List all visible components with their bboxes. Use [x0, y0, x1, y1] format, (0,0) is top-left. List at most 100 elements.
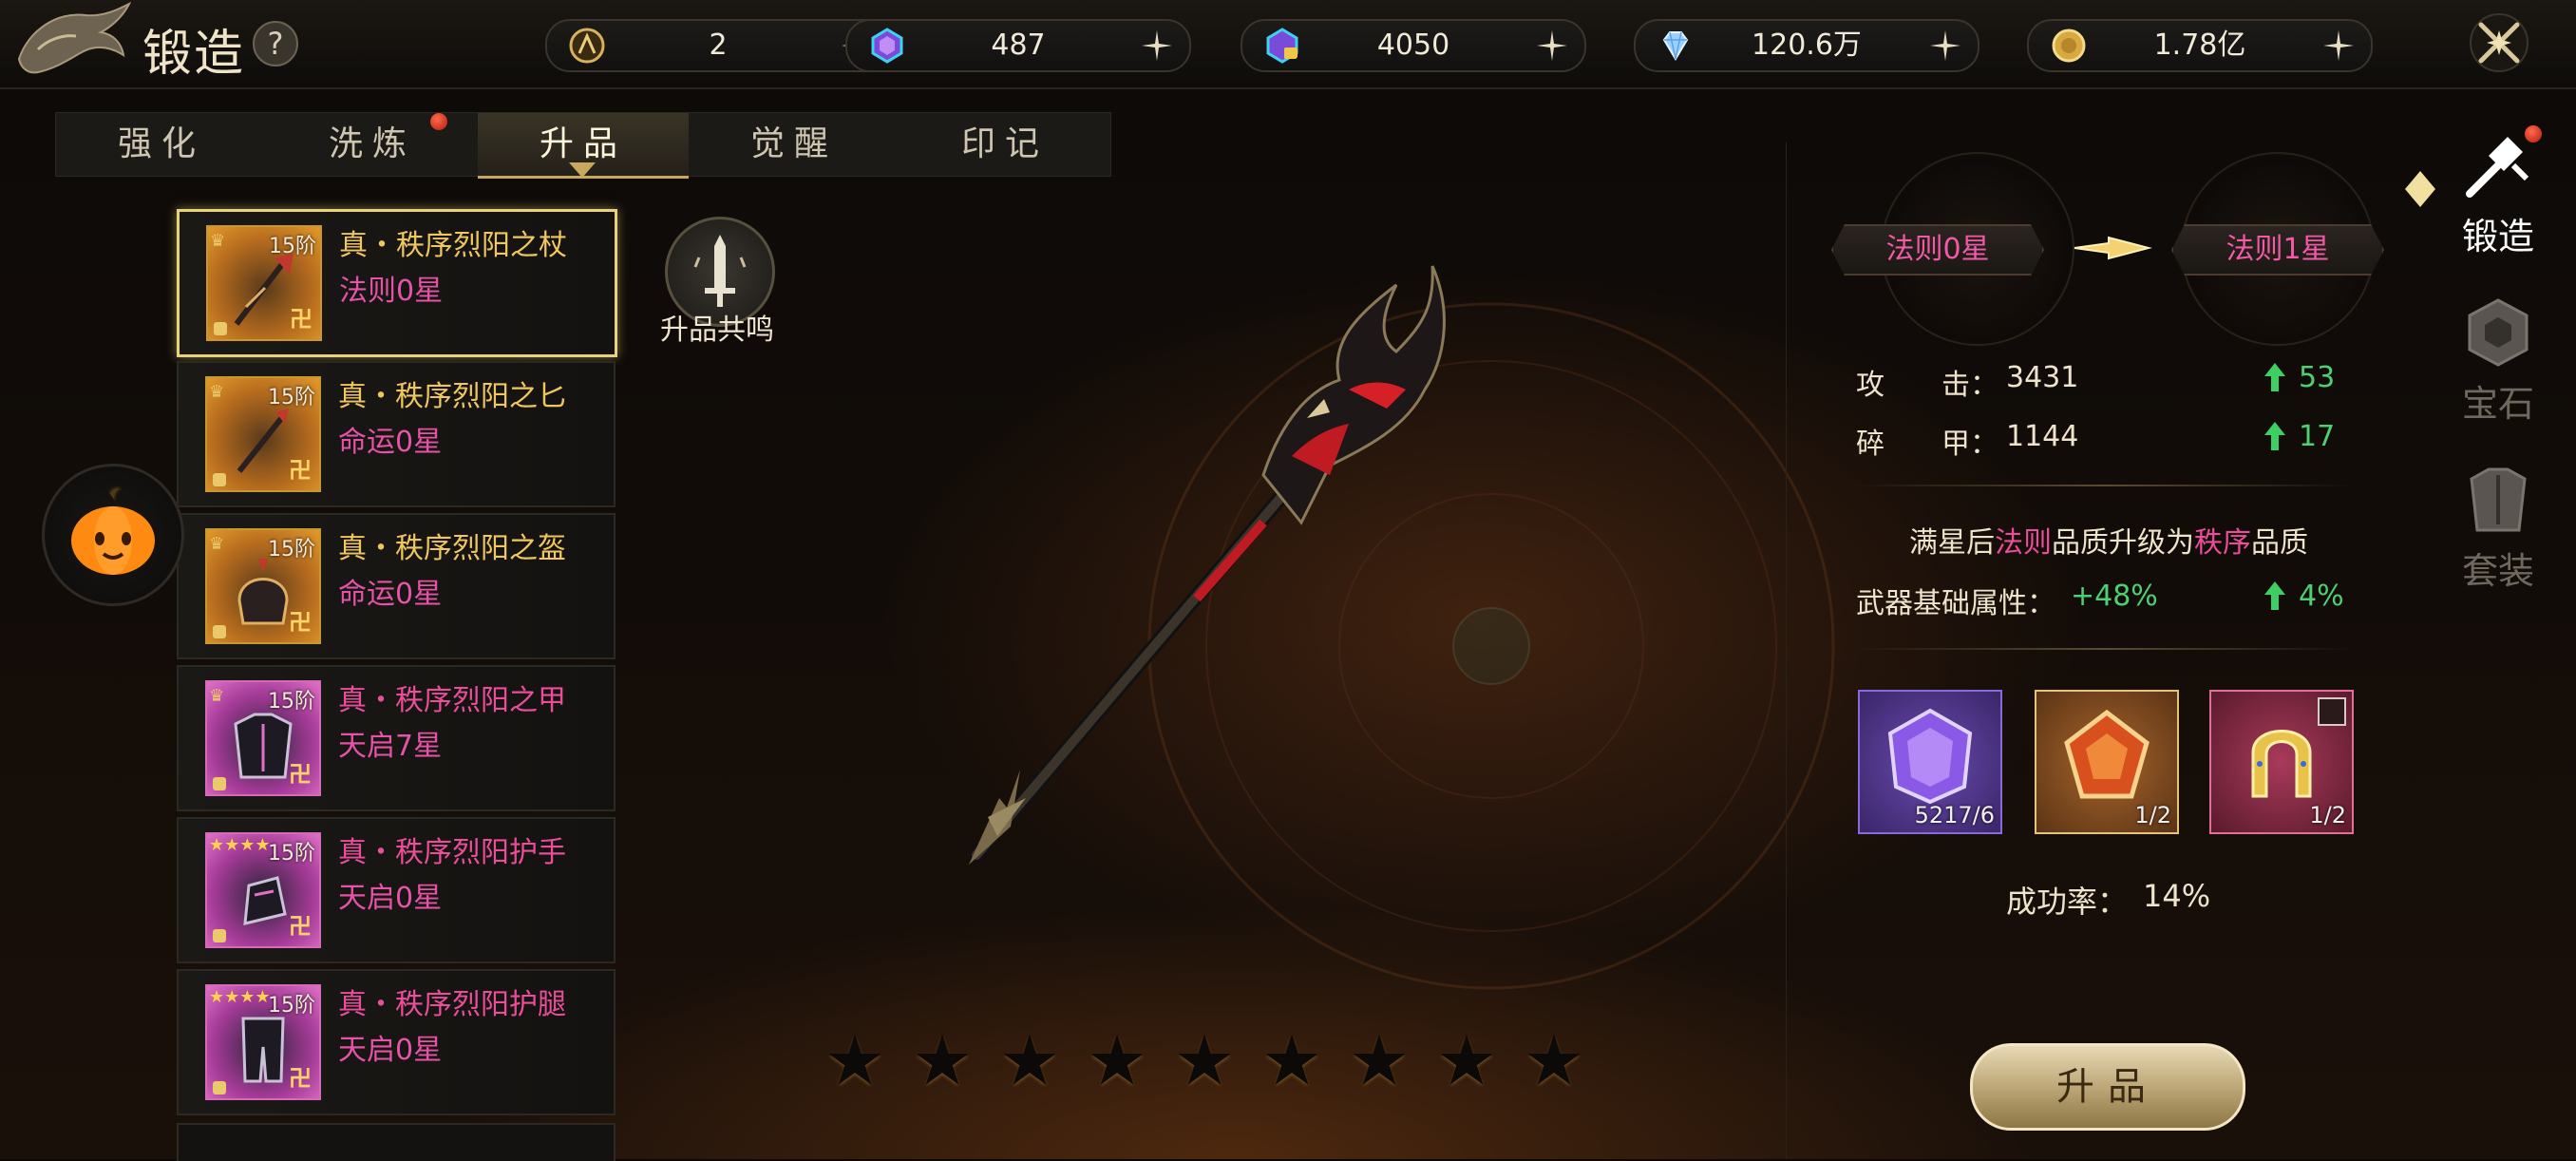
- star-icon: ★: [1173, 1020, 1236, 1100]
- rank-mark-icon: 卍: [289, 1065, 312, 1092]
- diamond-icon: [1662, 31, 1689, 61]
- stat-gain: 17: [2299, 420, 2336, 453]
- material-slot[interactable]: 5217/6: [1858, 690, 2002, 834]
- lock-icon: [213, 625, 226, 638]
- arrow-right-icon: [2074, 236, 2152, 260]
- tab-label: 强化: [117, 124, 205, 163]
- resource-value: 1.78亿: [2153, 29, 2246, 62]
- pumpkin-icon: [71, 485, 155, 575]
- rank-mark-icon: 卍: [289, 913, 312, 940]
- tab-enhance[interactable]: 强化: [56, 113, 267, 176]
- side-nav-item-set[interactable]: 套装: [2420, 462, 2576, 594]
- resource-value: 2: [709, 29, 728, 62]
- notification-dot: [430, 113, 447, 130]
- active-indicator-icon: [2405, 171, 2435, 207]
- red-gem-icon: [2064, 709, 2150, 799]
- equipment-item[interactable]: ★★★★ 15阶 卍 真・秩序烈阳护手 天启0星: [177, 817, 616, 963]
- equipment-grade: 天启7星: [338, 730, 443, 763]
- resource-value: 4050: [1376, 29, 1450, 62]
- dragon-emblem-icon: [17, 2, 132, 74]
- forge-hammer-icon: [2466, 137, 2529, 198]
- lock-icon: [214, 322, 227, 335]
- plus-icon[interactable]: [1533, 27, 1571, 65]
- tab-bar: 强化 洗炼 升品 觉醒 印记: [55, 112, 1111, 179]
- equipment-item[interactable]: ♛ 15阶 卍 真・秩序烈阳之甲 天启7星: [177, 665, 616, 811]
- star-icon: ★: [1435, 1020, 1498, 1100]
- star-icon: ★: [824, 1020, 886, 1100]
- up-arrow-icon: [2264, 581, 2285, 610]
- side-nav: 锻造 宝石 套装: [2405, 118, 2576, 1159]
- equipment-item-partial[interactable]: [177, 1123, 616, 1161]
- pumpkin-assistant-button[interactable]: [42, 464, 184, 606]
- tab-label: 升品: [539, 124, 627, 163]
- rank-mark-icon: 卍: [289, 457, 312, 484]
- star-icon: ★: [911, 1020, 974, 1100]
- note-to-quality: 秩序: [2194, 526, 2251, 560]
- stat-value: 3431: [2006, 361, 2079, 394]
- equipment-grade: 天启0星: [338, 1034, 443, 1067]
- equipment-item[interactable]: ♛ 15阶 卍 真・秩序烈阳之匕 命运0星: [177, 361, 616, 507]
- material-slot[interactable]: 1/2: [2035, 690, 2179, 834]
- plus-icon[interactable]: [1138, 27, 1176, 65]
- star-progress-row: ★ ★ ★ ★ ★ ★ ★ ★ ★: [817, 1022, 1596, 1098]
- base-attr-gain: 4%: [2299, 580, 2344, 613]
- resource-value: 120.6万: [1752, 29, 1862, 62]
- success-rate-label: 成功率：: [2006, 884, 2129, 920]
- rarity-stars-icon: ★★★★: [209, 835, 271, 855]
- equipment-item[interactable]: ★★★★ 15阶 卍 真・秩序烈阳护腿 天启0星: [177, 969, 616, 1115]
- base-attr-label: 武器基础属性：: [1856, 587, 2055, 620]
- resource-gold: 1.78亿: [2027, 19, 2373, 72]
- note-text: 品质: [2251, 526, 2308, 560]
- equipment-thumbnail: ★★★★ 15阶 卍: [205, 832, 321, 948]
- side-nav-item-forge[interactable]: 锻造: [2420, 125, 2576, 259]
- material-slot[interactable]: 1/2: [2209, 690, 2354, 834]
- stat-label: 碎 甲：: [1856, 428, 1998, 461]
- tab-label: 印记: [960, 124, 1049, 163]
- equipment-item[interactable]: ♛ 15阶 卍 真・秩序烈阳之盔 命运0星: [177, 513, 616, 659]
- rank-mark-icon: 卍: [289, 761, 312, 788]
- resonance-label: 升品共鸣: [660, 314, 774, 347]
- star-icon: ★: [1348, 1020, 1411, 1100]
- equipment-name: 真・秩序烈阳护手: [338, 836, 566, 869]
- star-icon: ★: [998, 1020, 1061, 1100]
- rarity-stars-icon: ★★★★: [209, 987, 271, 1007]
- equipment-item[interactable]: ♛ 15阶 卍 真・秩序烈阳之杖 法则0星: [177, 209, 617, 357]
- armor-set-icon: [2470, 467, 2527, 532]
- weapon-staff-icon: [969, 265, 1446, 865]
- stat-label: 攻 击：: [1856, 369, 1998, 402]
- side-nav-item-gem[interactable]: 宝石: [2420, 295, 2576, 427]
- equipment-thumbnail: ♛ 15阶 卍: [205, 376, 321, 492]
- plus-icon[interactable]: [1926, 27, 1964, 65]
- resource-value: 487: [991, 29, 1046, 62]
- material-count: 1/2: [2309, 802, 2346, 828]
- compass-coin-icon: [569, 28, 605, 64]
- equipment-name: 真・秩序烈阳之匕: [338, 380, 566, 413]
- quality-upgrade-note: 满星后法则品质升级为秩序品质: [1890, 519, 2327, 561]
- divider: [1852, 485, 2356, 486]
- help-button[interactable]: ?: [253, 21, 298, 67]
- plus-icon[interactable]: [2320, 27, 2358, 65]
- lock-icon: [213, 777, 226, 790]
- star-icon: ★: [1523, 1020, 1585, 1100]
- gem-socket-icon: [2468, 298, 2529, 367]
- purple-crystal-icon: [871, 28, 903, 64]
- base-attr-value: +48%: [2071, 580, 2158, 613]
- resource-diamond: 120.6万: [1634, 19, 1979, 72]
- equipment-thumbnail: ♛ 15阶 卍: [205, 680, 321, 796]
- upgrade-button[interactable]: 升品: [1970, 1043, 2245, 1131]
- equipment-grade: 天启0星: [338, 882, 443, 915]
- equipment-thumbnail: ♛ 15阶 卍: [205, 528, 321, 644]
- divider: [1852, 648, 2356, 650]
- tab-label: 觉醒: [749, 124, 838, 163]
- next-grade-badge: 法则1星: [2171, 224, 2384, 276]
- equipment-grade: 命运0星: [338, 578, 443, 611]
- tab-awaken[interactable]: 觉醒: [689, 113, 900, 176]
- up-arrow-icon: [2264, 363, 2285, 391]
- tab-mark[interactable]: 印记: [900, 113, 1110, 176]
- checkbox[interactable]: [2318, 697, 2346, 726]
- star-icon: ★: [1086, 1020, 1148, 1100]
- side-nav-label: 宝石: [2461, 383, 2534, 425]
- close-icon[interactable]: [2468, 11, 2530, 74]
- notification-dot: [2525, 125, 2542, 143]
- up-arrow-icon: [2264, 422, 2285, 450]
